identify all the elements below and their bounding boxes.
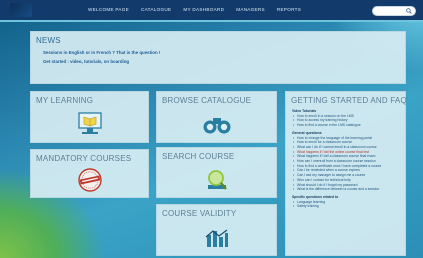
course-validity-card[interactable]: COURSE VALIDITY (156, 204, 277, 256)
course-validity-title: COURSE VALIDITY (162, 209, 237, 218)
mandatory-courses-title: MANDATORY COURSES (36, 154, 132, 163)
getting-started-faq-panel: GETTING STARTED AND FAQ Video Tutorials … (285, 91, 407, 256)
bar-chart-icon (205, 229, 228, 247)
search-input[interactable] (372, 6, 416, 16)
browse-catalogue-title: BROWSE CATALOGUE (162, 96, 252, 105)
magnifier-search-icon (207, 170, 227, 190)
nav-item-welcome-page[interactable]: WELCOME PAGE (88, 7, 129, 17)
faq-link[interactable]: What is the difference between a course … (292, 187, 402, 192)
faq-title: GETTING STARTED AND FAQ (291, 96, 407, 105)
mandatory-courses-card[interactable]: MANDATORY COURSES (30, 149, 149, 198)
faq-link[interactable]: How to find a course in the LMS catalogu… (292, 123, 402, 128)
browse-catalogue-card[interactable]: BROWSE CATALOGUE (156, 91, 277, 143)
faq-link[interactable]: Safety training (292, 204, 402, 209)
news-title: NEWS (36, 36, 61, 45)
news-panel: NEWS Sessions in English or in French ? … (30, 31, 406, 84)
company-logo[interactable] (10, 3, 32, 17)
news-link-get-started[interactable]: Get started : video, tutorials, on board… (43, 59, 129, 64)
mandatory-stamp-icon (77, 168, 102, 192)
news-link-sessions-language[interactable]: Sessions in English or in French ? That … (43, 50, 160, 55)
nav-item-managers[interactable]: MANAGERS (236, 7, 265, 17)
main-menu: WELCOME PAGE CATALOGUE MY DASHBOARD MANA… (88, 7, 301, 17)
binoculars-icon (203, 118, 230, 134)
nav-item-reports[interactable]: REPORTS (277, 7, 301, 17)
search-course-card[interactable]: SEARCH COURSE (156, 147, 277, 198)
computer-book-icon (77, 112, 102, 134)
faq-list: Video Tutorials How to enroll in a sessi… (292, 109, 402, 209)
nav-item-my-dashboard[interactable]: MY DASHBOARD (183, 7, 224, 17)
my-learning-card[interactable]: MY LEARNING (30, 91, 149, 143)
search-course-title: SEARCH COURSE (162, 152, 235, 161)
my-learning-title: MY LEARNING (36, 96, 94, 105)
search-icon[interactable] (406, 8, 412, 14)
top-navigation-bar: WELCOME PAGE CATALOGUE MY DASHBOARD MANA… (0, 0, 423, 22)
nav-item-catalogue[interactable]: CATALOGUE (141, 7, 171, 17)
